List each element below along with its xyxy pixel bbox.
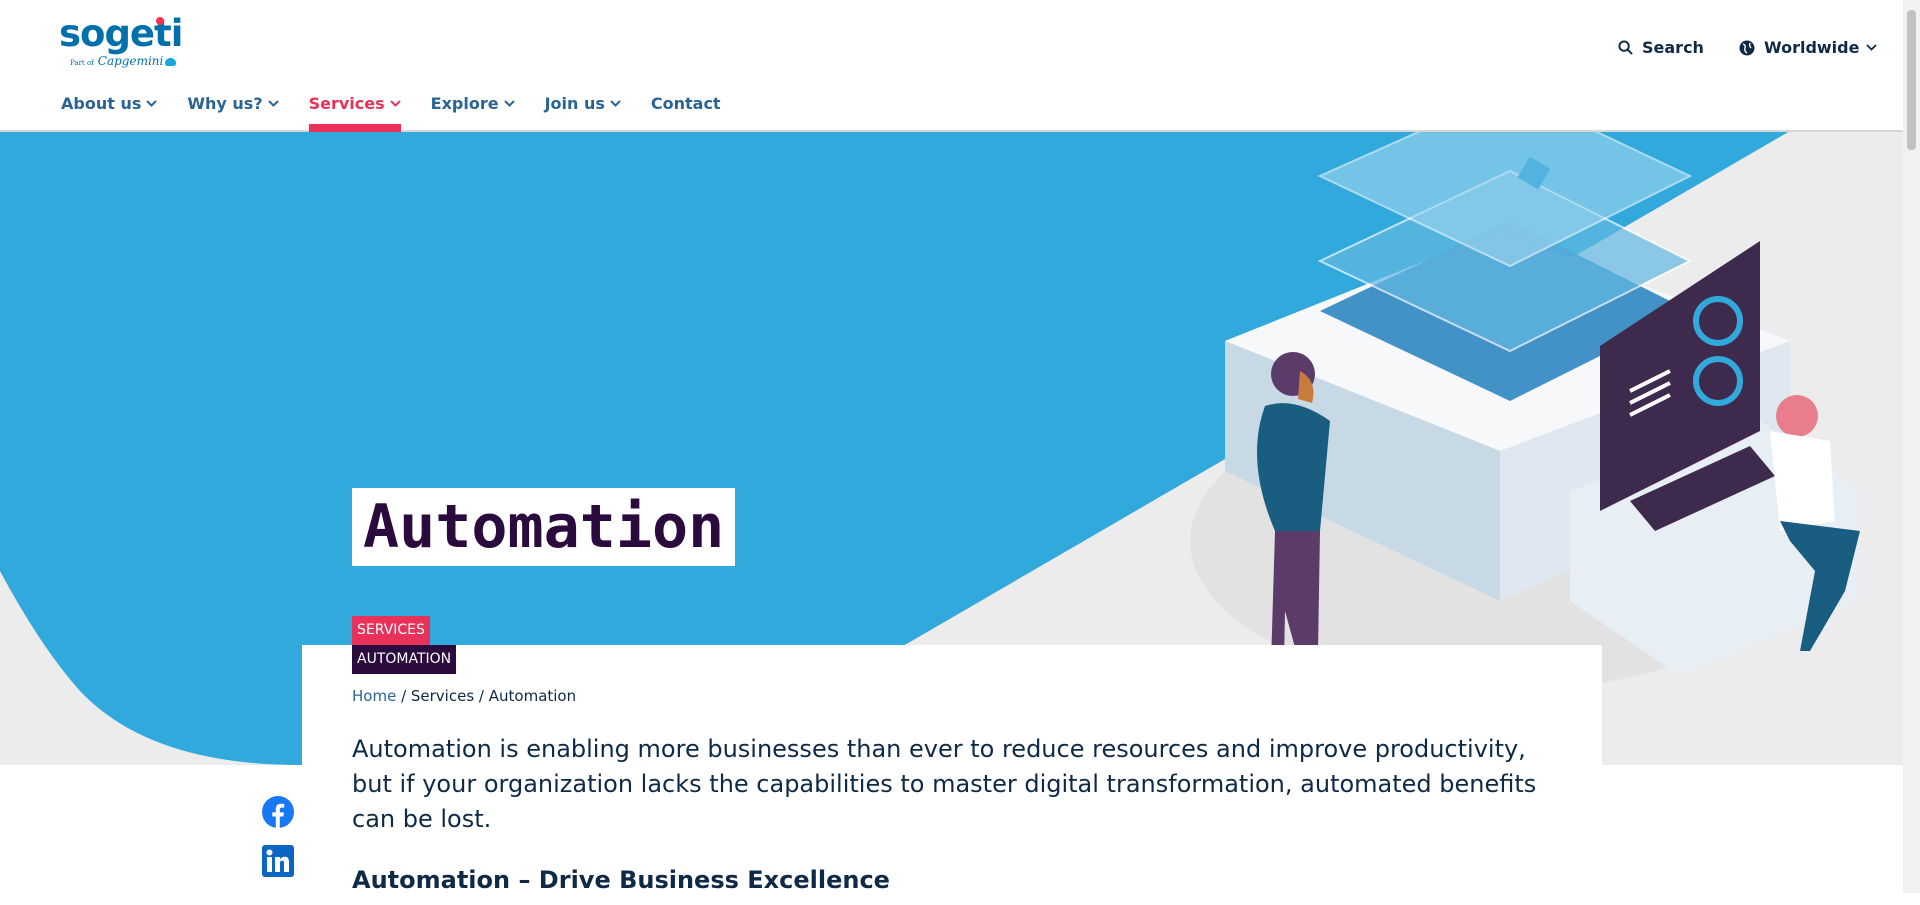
breadcrumb: Home / Services / Automation (352, 687, 576, 705)
share-facebook-button[interactable] (262, 796, 294, 828)
tag-automation[interactable]: AUTOMATION (352, 645, 457, 674)
nav-contact[interactable]: Contact (651, 92, 721, 114)
person-standing-body (1257, 403, 1330, 531)
tag-services[interactable]: SERVICES (352, 616, 430, 645)
share-linkedin-button[interactable] (262, 845, 294, 877)
region-selector[interactable]: Worldwide (1739, 38, 1878, 57)
capgemini-cloud-icon (165, 58, 177, 66)
breadcrumb-services: Services (410, 687, 475, 705)
intro-paragraph: Automation is enabling more businesses t… (352, 735, 1537, 833)
section-heading: Automation – Drive Business Excellence (352, 866, 890, 894)
site-header: sogeti Part of Capgemini Search Worldwide… (0, 0, 1903, 132)
chevron-down-icon (267, 99, 279, 107)
chevron-down-icon (503, 99, 515, 107)
chevron-down-icon (146, 99, 158, 107)
sogeti-logo[interactable]: sogeti Part of Capgemini (59, 14, 183, 74)
search-label: Search (1642, 38, 1704, 57)
logo-dot (156, 17, 164, 25)
breadcrumb-separator: / (474, 687, 489, 705)
chevron-down-icon (389, 99, 401, 107)
search-button[interactable]: Search (1618, 38, 1704, 57)
scrollbar-thumb[interactable] (1907, 10, 1916, 150)
hero-title-box: Automation (352, 488, 736, 566)
search-icon (1618, 40, 1633, 55)
nav-services[interactable]: Services (308, 92, 401, 132)
nav-explore[interactable]: Explore (431, 92, 515, 114)
person-seated-body (1770, 431, 1835, 531)
nav-why-us[interactable]: Why us? (187, 92, 279, 114)
linkedin-icon (262, 845, 294, 877)
person-seated-head (1776, 395, 1818, 437)
nav-join-us[interactable]: Join us (545, 92, 621, 114)
main-nav: About us Why us? Services Explore Join u… (61, 92, 751, 132)
chevron-down-icon (1866, 44, 1878, 51)
region-label: Worldwide (1764, 38, 1860, 57)
chevron-down-icon (610, 99, 621, 107)
page-scrollbar[interactable] (1903, 0, 1920, 893)
globe-icon (1739, 40, 1755, 55)
breadcrumb-current: Automation (488, 687, 577, 705)
logo-subline: Part of Capgemini (70, 54, 177, 68)
page-title: Automation (363, 492, 725, 562)
breadcrumb-separator: / (396, 687, 411, 705)
facebook-icon (262, 796, 294, 828)
nav-about-us[interactable]: About us (61, 92, 158, 114)
breadcrumb-home[interactable]: Home (352, 687, 396, 705)
